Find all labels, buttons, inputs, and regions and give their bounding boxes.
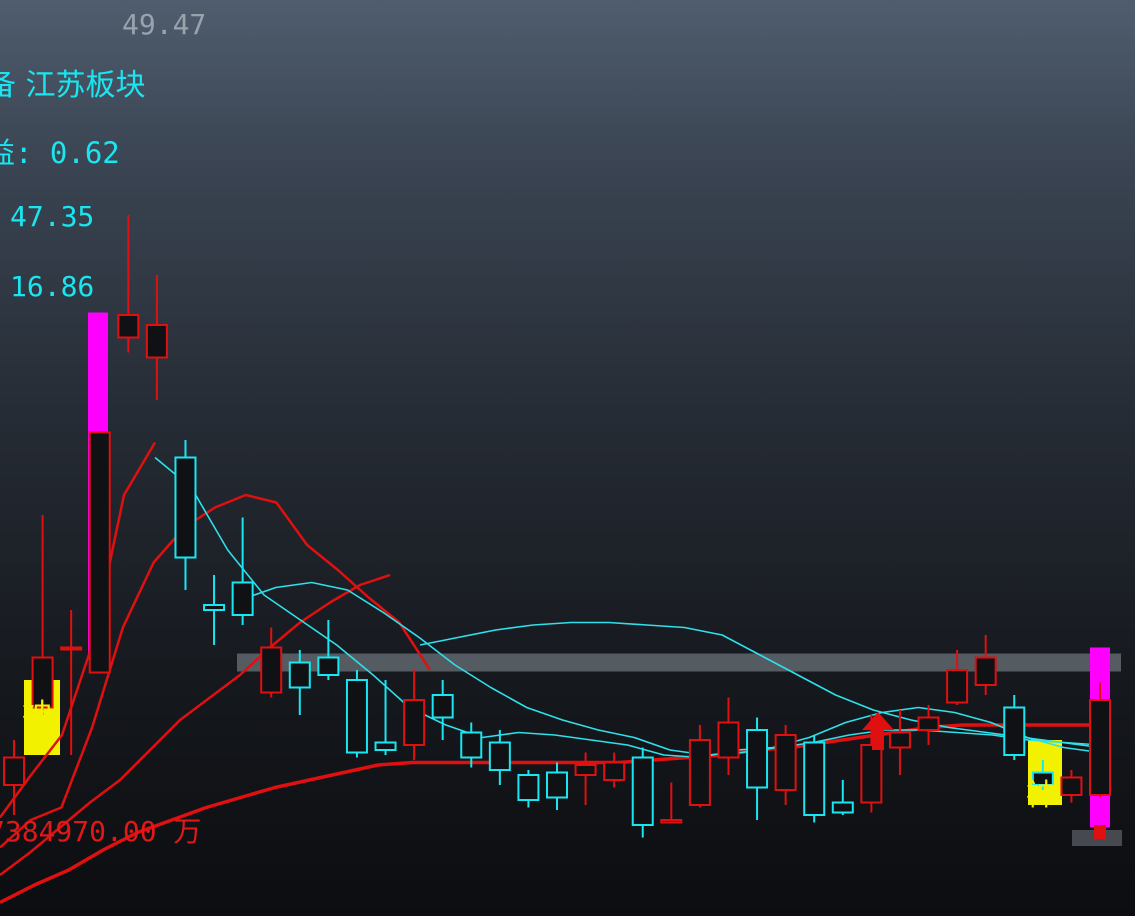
- candle-body: [1003, 706, 1026, 756]
- candle-body: [1089, 699, 1111, 796]
- candle-body: [831, 801, 854, 814]
- sector-label: 备 江苏板块: [0, 68, 146, 103]
- candle-body: [145, 324, 168, 359]
- candle-body: [746, 729, 769, 789]
- candle-body: [231, 581, 254, 616]
- candle-body: [517, 774, 540, 801]
- market-cap-label: 7384970.00 万: [0, 815, 202, 848]
- candle-body: [88, 431, 111, 674]
- signal-label-left: 神: [22, 698, 52, 733]
- candle-body: [774, 734, 797, 791]
- candle-body: [688, 739, 711, 806]
- candle-body: [574, 764, 597, 776]
- candle-body: [917, 716, 940, 731]
- candle-body: [345, 679, 368, 754]
- candle-body: [603, 761, 626, 781]
- candle-body: [1060, 776, 1083, 796]
- candle-body: [60, 646, 83, 651]
- candle-body: [431, 694, 454, 719]
- candle-body: [974, 656, 997, 686]
- candle-body: [660, 819, 683, 824]
- last-price-marker: [1094, 825, 1106, 839]
- candle-body: [260, 646, 283, 694]
- candle-body: [374, 741, 397, 751]
- candle-body: [3, 756, 25, 786]
- candle-body: [860, 744, 883, 804]
- eps-label: 益: 0.62: [0, 136, 120, 170]
- value2-label: 16.86: [10, 270, 95, 303]
- value1-label: 47.35: [10, 200, 95, 233]
- candle-body: [203, 604, 226, 611]
- candle-body: [631, 756, 654, 826]
- candle-body: [717, 721, 740, 759]
- candle-body: [174, 456, 197, 559]
- candle-body: [888, 731, 911, 749]
- candlestick-chart: [0, 215, 1122, 905]
- ma-line-cyan: [154, 456, 1101, 759]
- candle-body: [803, 741, 826, 816]
- candle-body: [460, 731, 483, 759]
- candle-body: [546, 771, 568, 799]
- high-price-label: 49.47: [122, 8, 207, 41]
- candle-body: [403, 699, 426, 746]
- candle-body: [117, 314, 140, 339]
- candle-body: [946, 669, 969, 704]
- candle-body: [288, 661, 311, 689]
- candle-body: [488, 741, 511, 771]
- signal-label-right: 神: [1026, 778, 1056, 813]
- ma-line-cyan: [419, 621, 1101, 749]
- candle-body: [317, 656, 340, 676]
